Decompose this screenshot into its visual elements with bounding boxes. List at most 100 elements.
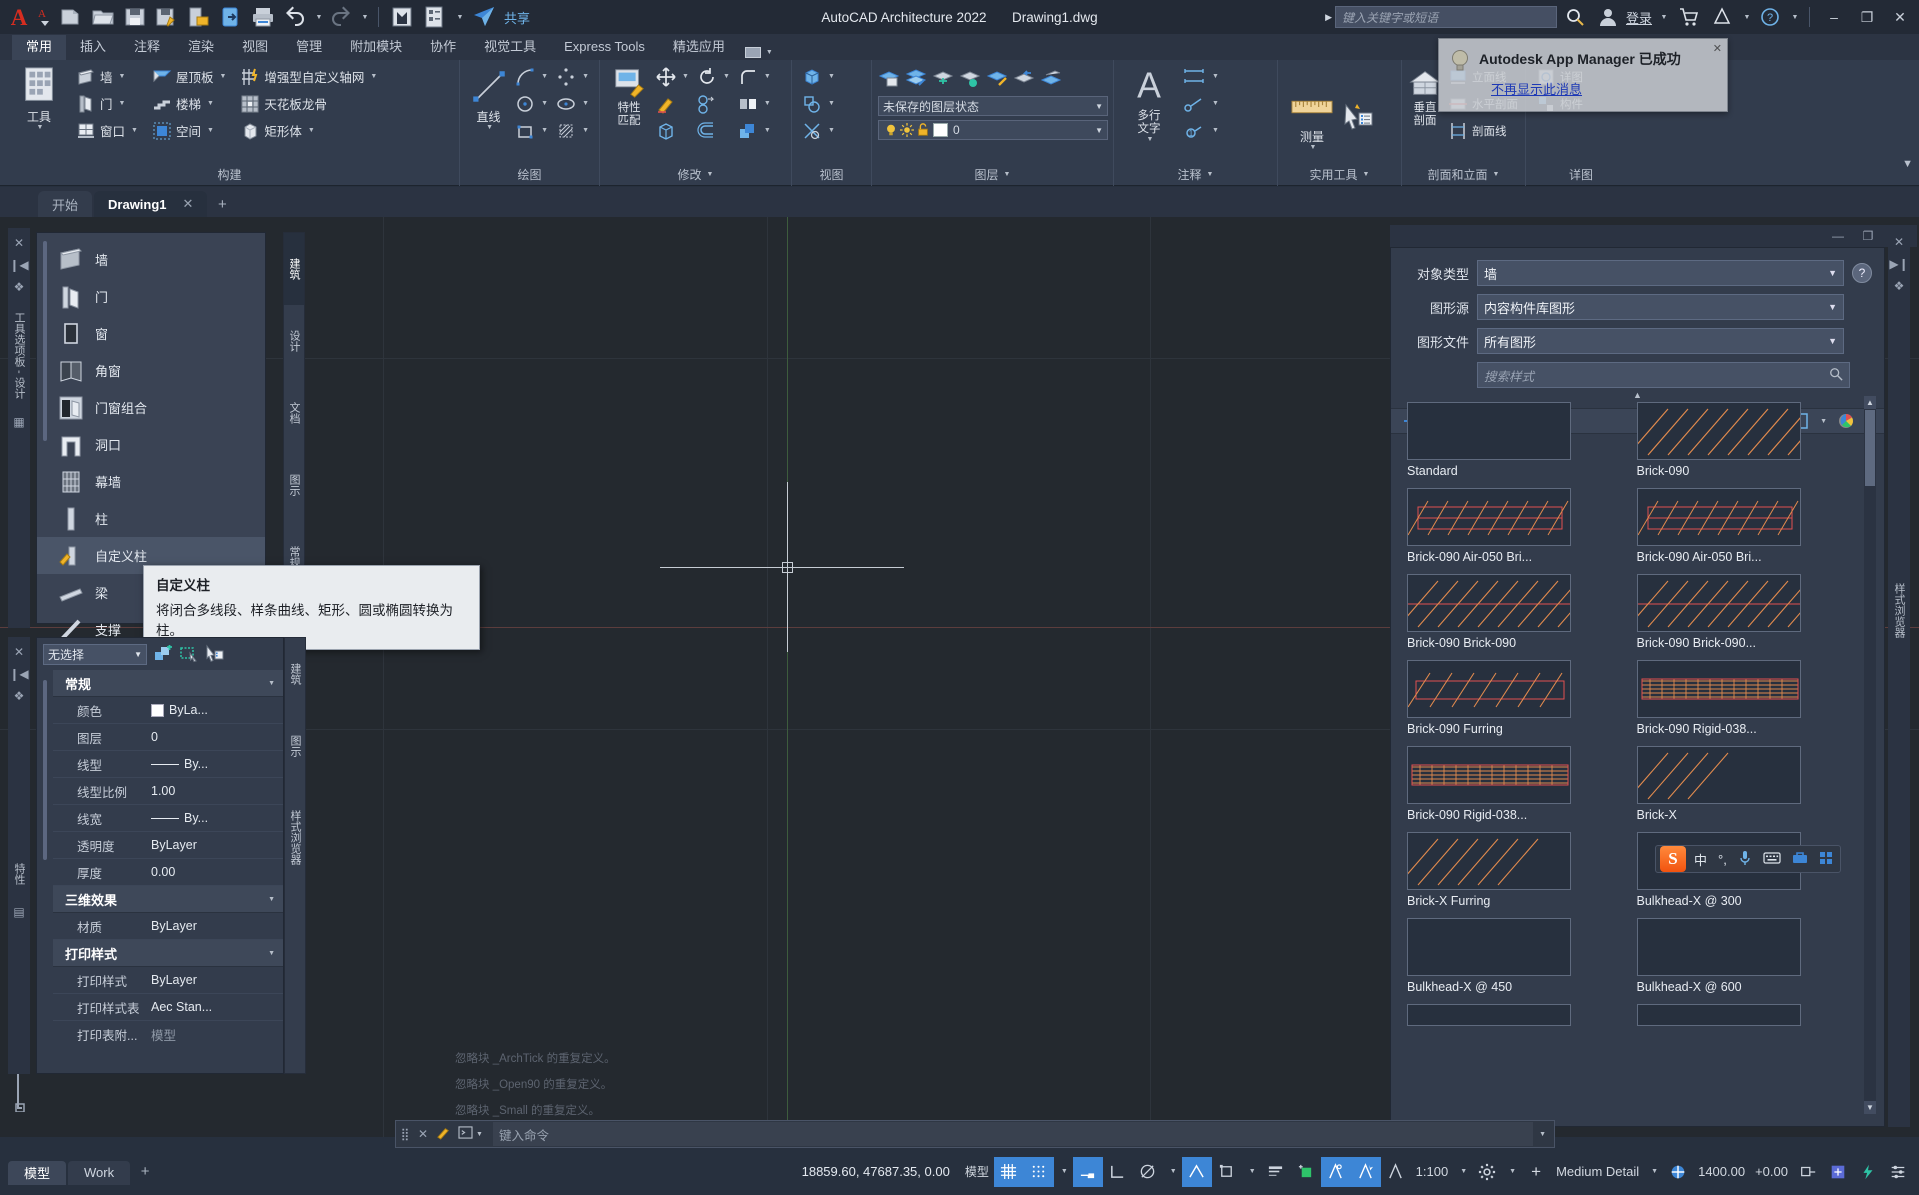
isolate-objects-tool[interactable]: ▼ [798,117,839,144]
chevron-down-icon[interactable]: ▼ [268,950,275,957]
quick-select-icon[interactable] [1340,101,1374,135]
property-group-3d[interactable]: 三维效果▼ [53,886,283,913]
arc-tool[interactable]: ▼ [511,63,552,90]
ribbon-tab-manage[interactable]: 管理 [282,35,336,60]
table-tool[interactable]: 1▼ [1178,117,1223,144]
user-avatar-icon[interactable] [1593,3,1623,31]
minimize-button[interactable]: – [1819,4,1849,30]
panel-title-utilities[interactable]: 实用工具▼ [1278,163,1401,186]
mtext-button[interactable]: A 多行文字 ▼ [1120,63,1178,143]
dim-dropdown-icon[interactable]: ▼ [1212,73,1219,80]
style-cell-7[interactable]: Brick-090 Rigid-038... [1629,654,1859,740]
share-label[interactable]: 共享 [504,8,530,27]
cleanup-icon[interactable] [1823,1157,1853,1187]
tools-dropdown-icon[interactable]: ▼ [37,124,44,131]
detail-level-display[interactable]: Medium Detail [1551,1157,1644,1187]
modify-panel-expand-icon[interactable]: ▼ [707,171,714,178]
rotate-tool[interactable]: ▼ [693,63,734,90]
property-row-linetype[interactable]: 线型By... [53,751,283,778]
command-prompt-icon[interactable] [454,1126,476,1142]
style-cell-10[interactable]: Brick-X Furring [1399,826,1629,912]
line-dropdown-icon[interactable]: ▼ [486,124,493,131]
dimension-tool[interactable]: ▼ [1178,63,1223,90]
property-row-layer[interactable]: 图层0 [53,724,283,751]
property-row-ltscale[interactable]: 线型比例1.00 [53,778,283,805]
infer-constraints-toggle[interactable] [1073,1157,1103,1187]
close-icon[interactable]: ✕ [8,232,30,254]
palette-item-column[interactable]: 柱 [37,500,265,537]
offset-tool[interactable] [693,117,734,144]
add-layout-button[interactable]: + [132,1159,158,1185]
qat-customize-button[interactable]: A [36,3,54,31]
print-button[interactable] [248,3,278,31]
toolbox-icon[interactable] [1789,851,1811,868]
close-button[interactable]: ✕ [1885,4,1915,30]
circle-tool[interactable]: ▼ [511,90,552,117]
search-icon[interactable] [1829,367,1843,384]
vertical-section-button[interactable]: 垂直剖面 [1408,63,1442,128]
search-icon[interactable] [1560,3,1590,31]
ribbon-tab-visual-tools[interactable]: 视觉工具 [470,35,550,60]
auto-hide-icon[interactable]: ▶❙ [1888,253,1910,275]
application-menu-button[interactable]: A [4,3,34,31]
grid-dropdown-icon[interactable]: ▼ [370,73,377,80]
hardware-accel-icon[interactable] [1853,1157,1883,1187]
isolate-dropdown-icon[interactable]: ▼ [828,127,835,134]
command-input[interactable]: 键入命令 [493,1122,1533,1146]
leader-dropdown-icon[interactable]: ▼ [1212,100,1219,107]
mass-dropdown-icon[interactable]: ▼ [308,127,315,134]
wall-tool[interactable]: 墙▼ [72,63,142,90]
window-dropdown-icon[interactable]: ▼ [131,127,138,134]
rotate-dropdown-icon[interactable]: ▼ [723,73,730,80]
transparency-toggle[interactable] [1291,1157,1321,1187]
apps-icon[interactable] [1816,851,1836,868]
palette-item-corner-window[interactable]: 角窗 [37,352,265,389]
ellipse-dropdown-icon[interactable]: ▼ [582,100,589,107]
osnap-dropdown[interactable]: ▼ [1242,1157,1261,1187]
cut-plane-icon[interactable] [1663,1157,1693,1187]
layer-state-combo[interactable]: 未保存的图层状态▼ [878,96,1108,116]
palette-item-door[interactable]: 门 [37,278,265,315]
section-dropdown-icon[interactable]: ▼ [828,100,835,107]
ribbon-tab-view[interactable]: 视图 [228,35,282,60]
scroll-up-icon[interactable]: ▲ [1864,396,1876,409]
property-row-lineweight[interactable]: 线宽By... [53,805,283,832]
style-search-input[interactable]: 搜索样式 [1477,362,1850,388]
ortho-mode-toggle[interactable] [1103,1157,1133,1187]
layout-tab-work[interactable]: Work [68,1161,130,1185]
close-icon[interactable]: ✕ [1888,231,1910,253]
ribbon-tab-addins[interactable]: 附加模块 [336,35,416,60]
quick-select-icon[interactable] [153,644,173,664]
measure-button[interactable]: 测量 ▼ [1284,83,1340,151]
share-icon[interactable] [469,3,499,31]
section-line-tool[interactable]: 剖面线 [1444,117,1522,144]
roof-dropdown-icon[interactable]: ▼ [219,73,226,80]
style-cell-1[interactable]: Brick-090 [1629,396,1859,482]
annotation-scale-dropdown[interactable]: ▼ [1453,1157,1472,1187]
array-tool[interactable]: ▼ [734,117,775,144]
property-row-transparency[interactable]: 透明度ByLayer [53,832,283,859]
gear-icon[interactable] [1472,1157,1502,1187]
snap-dropdown[interactable]: ▼ [1054,1157,1073,1187]
style-cell-6[interactable]: Brick-090 Furring [1399,654,1629,740]
autodesk-account-icon[interactable] [1707,3,1737,31]
circle-dropdown-icon[interactable]: ▼ [541,100,548,107]
dynamic-input-toggle[interactable] [1381,1157,1411,1187]
maximize-button[interactable]: ❐ [1852,4,1882,30]
stair-tool[interactable]: 楼梯▼ [148,90,230,117]
layer-panel-expand-icon[interactable]: ▼ [1004,171,1011,178]
search-expand-icon[interactable]: ▶ [1325,12,1332,23]
tool-palette-tab-diagram[interactable]: 图示 [284,449,304,521]
palette-grid-icon[interactable]: ▦ [8,411,30,433]
help-dropdown[interactable]: ▼ [1788,3,1800,31]
layer-previous-icon[interactable] [1013,67,1037,91]
table-dropdown-icon[interactable]: ▼ [1212,127,1219,134]
add-status-item-button[interactable]: + [1521,1157,1551,1187]
array-dropdown-icon[interactable]: ▼ [764,127,771,134]
space-dropdown-icon[interactable]: ▼ [207,127,214,134]
erase-tool[interactable] [652,90,693,117]
annotate-panel-expand-icon[interactable]: ▼ [1207,171,1214,178]
chevron-down-icon[interactable]: ▼ [268,896,275,903]
arc-dropdown-icon[interactable]: ▼ [541,73,548,80]
ribbon-tab-express-tools[interactable]: Express Tools [550,35,659,60]
